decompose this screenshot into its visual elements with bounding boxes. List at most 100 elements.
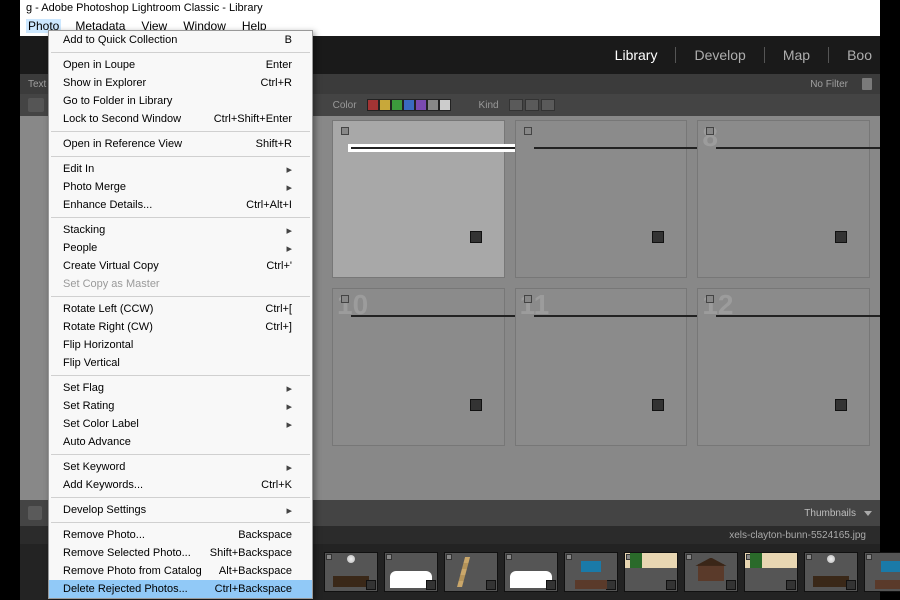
color-swatches[interactable] xyxy=(367,99,451,111)
filmstrip-thumb[interactable] xyxy=(384,552,438,592)
menu-item[interactable]: Delete Rejected Photos...Ctrl+Backspace xyxy=(49,580,312,598)
filmstrip-thumb[interactable] xyxy=(324,552,378,592)
kind-toggles[interactable] xyxy=(509,99,555,111)
menu-item[interactable]: Lock to Second WindowCtrl+Shift+Enter xyxy=(49,110,312,128)
filmstrip-thumb[interactable] xyxy=(864,552,900,592)
thumbnail[interactable] xyxy=(351,315,522,317)
filter-lock-icon[interactable] xyxy=(862,78,872,90)
menu-item[interactable]: Set Rating▸ xyxy=(49,397,312,415)
pick-flag-icon[interactable] xyxy=(746,554,752,560)
menu-shortcut: Ctrl+R xyxy=(261,77,292,89)
menu-item[interactable]: Go to Folder in Library xyxy=(49,92,312,110)
menu-item[interactable]: People▸ xyxy=(49,239,312,257)
grid-view-icon[interactable] xyxy=(28,506,42,520)
menu-item[interactable]: Edit In▸ xyxy=(49,160,312,178)
pick-flag-icon[interactable] xyxy=(566,554,572,560)
thumbnail-badge-icon xyxy=(546,580,556,590)
menu-item[interactable]: Create Virtual CopyCtrl+' xyxy=(49,257,312,275)
thumbnail[interactable] xyxy=(534,315,705,317)
menu-item[interactable]: Open in LoupeEnter xyxy=(49,56,312,74)
grid-cell[interactable]: 12 xyxy=(697,288,870,446)
menu-shortcut: Shift+R xyxy=(256,138,292,150)
grid-cell[interactable]: 10 xyxy=(332,288,505,446)
module-develop[interactable]: Develop xyxy=(694,47,745,63)
thumbnail-badge-icon xyxy=(470,231,482,243)
menu-item-label: Show in Explorer xyxy=(63,77,261,89)
filmstrip-thumb[interactable] xyxy=(744,552,798,592)
filmstrip-thumb[interactable] xyxy=(804,552,858,592)
menu-item[interactable]: Auto Advance xyxy=(49,433,312,451)
pick-flag-icon[interactable] xyxy=(326,554,332,560)
menu-item-label: Open in Loupe xyxy=(63,59,266,71)
color-swatch[interactable] xyxy=(367,99,379,111)
module-library[interactable]: Library xyxy=(615,47,658,63)
grid-cell[interactable]: 11 xyxy=(515,288,688,446)
thumbnail[interactable] xyxy=(534,147,705,149)
menu-item[interactable]: Flip Horizontal xyxy=(49,336,312,354)
thumbnails-size-icon[interactable] xyxy=(864,511,872,516)
menu-item[interactable]: Set Flag▸ xyxy=(49,379,312,397)
pick-flag-icon[interactable] xyxy=(706,295,714,303)
filter-text[interactable]: Text xyxy=(28,79,46,90)
menu-item[interactable]: Remove Selected Photo...Shift+Backspace xyxy=(49,544,312,562)
menu-item-label: Delete Rejected Photos... xyxy=(63,583,215,595)
menu-item[interactable]: Remove Photo...Backspace xyxy=(49,526,312,544)
thumbnail[interactable] xyxy=(716,147,880,149)
grid-cell[interactable] xyxy=(332,120,505,278)
filmstrip-thumb[interactable] xyxy=(504,552,558,592)
pick-flag-icon[interactable] xyxy=(706,127,714,135)
pick-flag-icon[interactable] xyxy=(686,554,692,560)
menu-item[interactable]: Develop Settings▸ xyxy=(49,501,312,519)
thumbnail-badge-icon xyxy=(366,580,376,590)
filmstrip-thumb[interactable] xyxy=(444,552,498,592)
menu-item[interactable]: Remove Photo from CatalogAlt+Backspace xyxy=(49,562,312,580)
color-swatch[interactable] xyxy=(439,99,451,111)
filter-hamburger-icon[interactable] xyxy=(28,98,44,112)
menu-item-label: Add to Quick Collection xyxy=(63,34,285,46)
menu-item[interactable]: Photo Merge▸ xyxy=(49,178,312,196)
menu-item[interactable]: Set Keyword▸ xyxy=(49,458,312,476)
menu-item[interactable]: Add Keywords...Ctrl+K xyxy=(49,476,312,494)
grid-cell[interactable] xyxy=(515,120,688,278)
color-swatch[interactable] xyxy=(403,99,415,111)
pick-flag-icon[interactable] xyxy=(866,554,872,560)
filmstrip-thumb[interactable] xyxy=(564,552,618,592)
pick-flag-icon[interactable] xyxy=(524,295,532,303)
menu-item[interactable]: Rotate Left (CCW)Ctrl+[ xyxy=(49,300,312,318)
menu-item[interactable]: Enhance Details...Ctrl+Alt+I xyxy=(49,196,312,214)
thumbnail[interactable] xyxy=(716,315,880,317)
pick-flag-icon[interactable] xyxy=(341,295,349,303)
module-boo[interactable]: Boo xyxy=(847,47,872,63)
separator xyxy=(828,47,829,63)
pick-flag-icon[interactable] xyxy=(446,554,452,560)
pick-flag-icon[interactable] xyxy=(506,554,512,560)
menu-item-label: People xyxy=(63,242,286,254)
menu-item-label: Stacking xyxy=(63,224,286,236)
chevron-right-icon: ▸ xyxy=(286,163,292,176)
color-swatch[interactable] xyxy=(415,99,427,111)
menu-item[interactable]: Stacking▸ xyxy=(49,221,312,239)
menu-item-label: Remove Selected Photo... xyxy=(63,547,210,559)
filmstrip-thumb[interactable] xyxy=(624,552,678,592)
no-filter-label[interactable]: No Filter xyxy=(810,79,848,90)
menu-item[interactable]: Add to Quick CollectionB xyxy=(49,31,312,49)
thumbnail[interactable] xyxy=(351,147,522,149)
menu-shortcut: Ctrl+' xyxy=(266,260,292,272)
pick-flag-icon[interactable] xyxy=(524,127,532,135)
pick-flag-icon[interactable] xyxy=(806,554,812,560)
pick-flag-icon[interactable] xyxy=(341,127,349,135)
pick-flag-icon[interactable] xyxy=(626,554,632,560)
menu-item-label: Flip Horizontal xyxy=(63,339,292,351)
menu-item[interactable]: Show in ExplorerCtrl+R xyxy=(49,74,312,92)
color-swatch[interactable] xyxy=(391,99,403,111)
menu-item[interactable]: Flip Vertical xyxy=(49,354,312,372)
pick-flag-icon[interactable] xyxy=(386,554,392,560)
menu-item[interactable]: Set Color Label▸ xyxy=(49,415,312,433)
color-swatch[interactable] xyxy=(379,99,391,111)
menu-item[interactable]: Open in Reference ViewShift+R xyxy=(49,135,312,153)
color-swatch[interactable] xyxy=(427,99,439,111)
grid-cell[interactable]: 8 xyxy=(697,120,870,278)
menu-item[interactable]: Rotate Right (CW)Ctrl+] xyxy=(49,318,312,336)
filmstrip-thumb[interactable] xyxy=(684,552,738,592)
module-map[interactable]: Map xyxy=(783,47,810,63)
